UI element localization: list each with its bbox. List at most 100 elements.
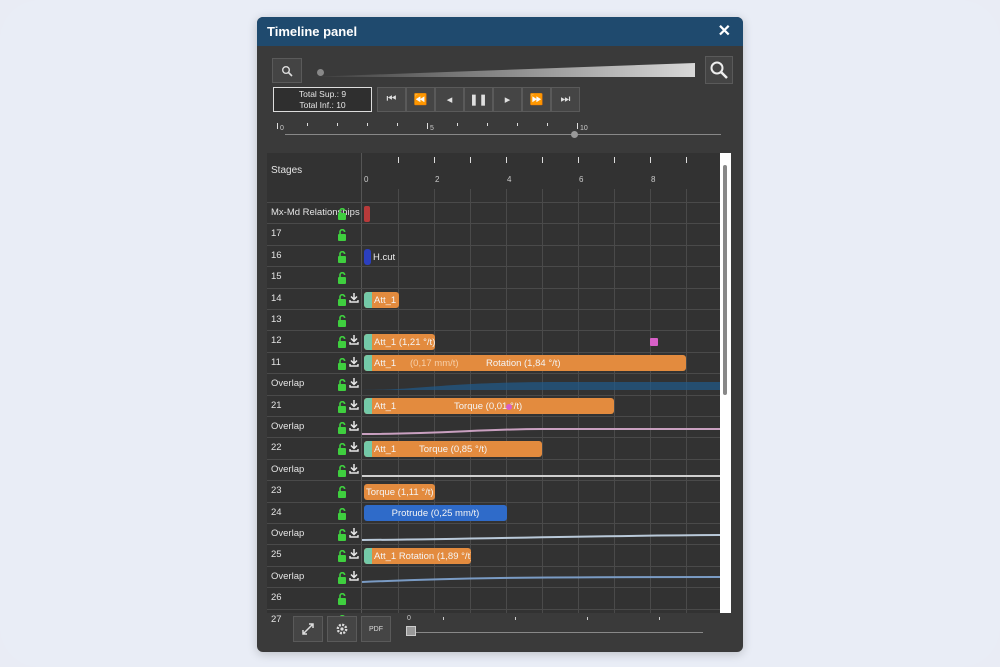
footer-toolbar: PDF 0 xyxy=(257,613,743,652)
step-back-button[interactable]: ◂ xyxy=(435,87,464,112)
close-icon[interactable]: ✕ xyxy=(718,17,731,46)
stage-row: Overlap xyxy=(267,458,720,480)
totals-box: Total Sup.: 9 Total Inf.: 10 xyxy=(273,87,372,112)
search-large-icon xyxy=(710,61,728,79)
stage-slider-knob[interactable] xyxy=(571,131,578,138)
unlock-icon[interactable] xyxy=(337,378,347,392)
stage-row-name: 25 xyxy=(271,549,282,561)
unlock-icon[interactable] xyxy=(337,357,347,370)
rewind-icon: ⏪ xyxy=(413,94,428,106)
zoom-slider-knob[interactable] xyxy=(317,69,324,76)
step-forward-button[interactable]: ▸ xyxy=(493,87,522,112)
stage-row-name: 12 xyxy=(271,335,282,347)
download-icon[interactable] xyxy=(349,463,359,475)
download-icon[interactable] xyxy=(349,570,359,582)
axis-label-2: 2 xyxy=(435,175,440,184)
timeline-panel: Timeline panel ✕ Total Sup.: 9 Total Inf… xyxy=(257,17,743,652)
unlock-icon[interactable] xyxy=(337,592,347,606)
fast-forward-button[interactable]: ⏩ xyxy=(522,87,551,112)
stage-row-name: 16 xyxy=(271,249,282,261)
transport-toolbar: ⏮ ⏪ ◂ ❚❚ ▸ ⏩ ⏭ xyxy=(377,87,580,112)
stage-row-name: 11 xyxy=(271,356,281,368)
stage-row: 26 xyxy=(267,587,720,608)
zoom-slider[interactable] xyxy=(307,63,695,77)
stage-slider[interactable]: 0 5 10 xyxy=(277,121,722,141)
settings-button[interactable] xyxy=(327,616,357,642)
scale-label-10: 10 xyxy=(580,125,588,132)
stage-row: 14 xyxy=(267,287,720,309)
stage-row: 24 xyxy=(267,501,720,523)
stage-row: Mx-Md Relationships xyxy=(267,202,720,223)
download-icon[interactable] xyxy=(349,377,359,389)
unlock-icon[interactable] xyxy=(337,442,347,456)
stage-row-name: Overlap xyxy=(271,528,305,539)
expand-button[interactable] xyxy=(293,616,323,642)
rewind-button[interactable]: ⏪ xyxy=(406,87,435,112)
unlock-icon[interactable] xyxy=(337,400,347,413)
unlock-icon[interactable] xyxy=(337,571,347,584)
panel-title: Timeline panel xyxy=(267,24,358,39)
axis-label-8: 8 xyxy=(651,175,656,184)
stages-grid: Stages 0 2 4 6 8 H.cut Att_1 Att_1 (1,21… xyxy=(267,153,731,627)
download-icon[interactable] xyxy=(349,441,359,453)
unlock-icon[interactable] xyxy=(337,271,347,285)
pdf-button[interactable]: PDF xyxy=(361,616,391,642)
unlock-icon[interactable] xyxy=(337,485,347,499)
skip-start-icon: ⏮ xyxy=(386,93,397,105)
unlock-icon[interactable] xyxy=(337,549,347,563)
unlock-icon[interactable] xyxy=(337,250,347,263)
unlock-icon[interactable] xyxy=(337,207,347,220)
download-icon[interactable] xyxy=(349,356,359,368)
stages-header: Stages xyxy=(271,165,303,176)
step-back-icon: ◂ xyxy=(446,94,453,106)
stage-row-name: Overlap xyxy=(271,421,305,432)
stage-row-name: 24 xyxy=(271,506,282,518)
timeline-slider-knob[interactable] xyxy=(406,626,416,636)
stage-row-name: 15 xyxy=(271,271,282,283)
unlock-icon[interactable] xyxy=(337,314,347,327)
unlock-icon[interactable] xyxy=(337,421,347,434)
skip-end-button[interactable]: ⏭ xyxy=(551,87,580,112)
axis-label-6: 6 xyxy=(579,175,584,184)
stage-row: 12 xyxy=(267,330,720,351)
totals-sup: Total Sup.: 9 xyxy=(298,89,347,99)
download-icon[interactable] xyxy=(349,399,359,411)
timeline-slider[interactable]: 0 xyxy=(403,613,703,636)
download-icon[interactable] xyxy=(349,420,359,432)
unlock-icon[interactable] xyxy=(337,528,347,541)
stage-row-name: 26 xyxy=(271,592,282,604)
skip-start-button[interactable]: ⏮ xyxy=(377,87,406,112)
stage-row-name: 13 xyxy=(271,314,282,325)
gear-icon xyxy=(336,623,348,635)
axis-label-4: 4 xyxy=(507,175,512,184)
stage-row: Overlap xyxy=(267,523,720,544)
stage-row-name: Overlap xyxy=(271,463,305,475)
step-forward-icon: ▸ xyxy=(504,94,511,106)
vertical-scrollbar-thumb[interactable] xyxy=(723,165,727,395)
unlock-icon[interactable] xyxy=(337,335,347,349)
unlock-icon[interactable] xyxy=(337,293,347,306)
timeline-slider-label: 0 xyxy=(407,615,411,622)
download-icon[interactable] xyxy=(349,548,359,560)
stage-row: Overlap xyxy=(267,565,720,587)
stage-row-name: 14 xyxy=(271,292,282,304)
download-icon[interactable] xyxy=(349,292,359,304)
unlock-icon[interactable] xyxy=(337,464,347,477)
stage-row: 15 xyxy=(267,266,720,287)
zoom-out-button[interactable] xyxy=(272,58,302,83)
download-icon[interactable] xyxy=(349,527,359,539)
pdf-label: PDF xyxy=(369,625,383,633)
axis-label-0: 0 xyxy=(364,175,369,184)
unlock-icon[interactable] xyxy=(337,228,347,242)
zoom-in-button[interactable] xyxy=(705,56,733,84)
pause-button[interactable]: ❚❚ xyxy=(464,87,493,112)
unlock-icon[interactable] xyxy=(337,507,347,520)
stage-row: 21 xyxy=(267,394,720,416)
search-small-icon xyxy=(282,65,293,77)
stage-row-name: 22 xyxy=(271,442,282,454)
stage-row: 11 xyxy=(267,351,720,373)
vertical-scrollbar[interactable] xyxy=(720,153,731,613)
stage-row-name: 23 xyxy=(271,485,282,497)
download-icon[interactable] xyxy=(349,334,359,346)
stage-row-name: 17 xyxy=(271,228,282,240)
